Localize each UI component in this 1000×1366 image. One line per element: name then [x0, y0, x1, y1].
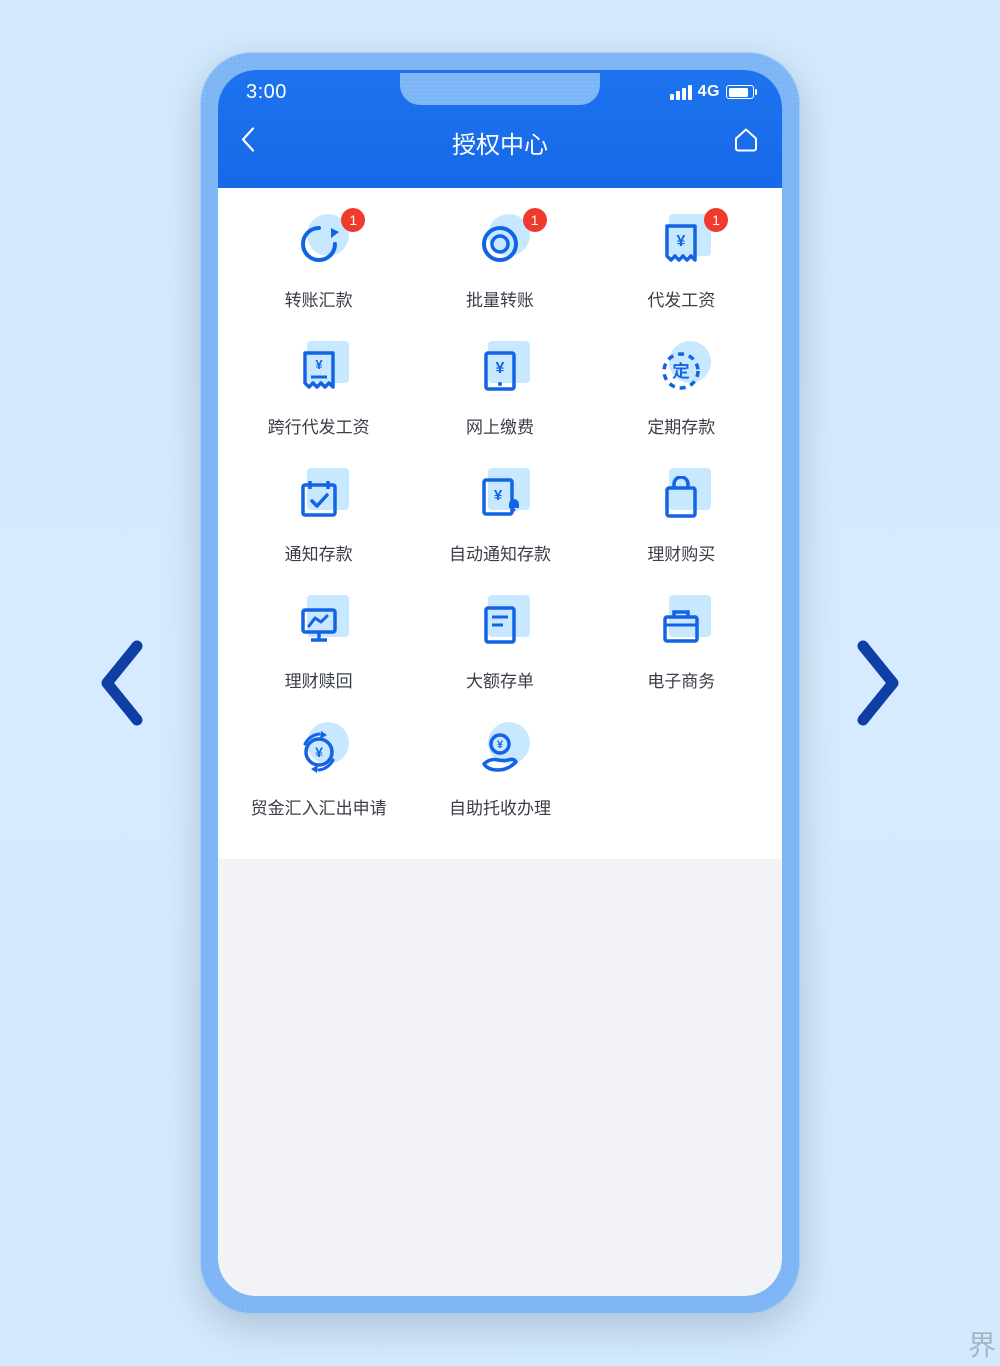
item-auto-notice-deposit[interactable]: ¥ 自动通知存款 [409, 470, 590, 565]
svg-text:¥: ¥ [315, 357, 323, 372]
document-icon [481, 603, 519, 647]
svg-text:¥: ¥ [677, 233, 686, 250]
phone-notch [400, 73, 600, 105]
item-label: 批量转账 [466, 286, 534, 311]
item-label: 自动通知存款 [449, 540, 551, 565]
status-time: 3:00 [246, 81, 400, 104]
app-header: 3:00 4G 授权中心 [218, 70, 782, 188]
badge: 1 [523, 208, 547, 232]
item-label: 跨行代发工资 [268, 413, 370, 438]
item-wealth-redeem[interactable]: 理财赎回 [228, 597, 409, 692]
receipt-line-icon: ¥ [299, 349, 339, 393]
item-label: 通知存款 [285, 540, 353, 565]
fixed-icon: 定 [659, 349, 703, 393]
hand-coin-icon: ¥ [478, 730, 522, 774]
monitor-chart-icon [297, 604, 341, 646]
item-batch-transfer[interactable]: 1 批量转账 [409, 216, 590, 311]
item-label: 转账汇款 [285, 286, 353, 311]
item-label: 网上缴费 [466, 413, 534, 438]
phone-frame: 3:00 4G 授权中心 1 [200, 52, 800, 1314]
item-label: 大额存单 [466, 667, 534, 692]
battery-icon [726, 85, 754, 99]
item-wealth-buy[interactable]: 理财购买 [591, 470, 772, 565]
item-label: 代发工资 [647, 286, 715, 311]
svg-text:¥: ¥ [315, 744, 323, 760]
svg-text:定: 定 [673, 361, 690, 381]
item-ecommerce[interactable]: 电子商务 [591, 597, 772, 692]
phone-screen: 3:00 4G 授权中心 1 [218, 70, 782, 1296]
tablet-pay-icon: ¥ [480, 349, 520, 393]
item-large-cd[interactable]: 大额存单 [409, 597, 590, 692]
svg-text:¥: ¥ [496, 360, 505, 377]
content-area: 1 转账汇款 1 批量转账 1 ¥ [218, 188, 782, 859]
badge: 1 [341, 208, 365, 232]
exchange-icon: ¥ [297, 730, 341, 774]
double-refresh-icon [478, 222, 522, 266]
home-button[interactable] [732, 126, 760, 159]
carousel-next-button[interactable] [851, 638, 905, 728]
item-online-payment[interactable]: ¥ 网上缴费 [409, 343, 590, 438]
watermark: 界 [968, 1324, 996, 1364]
nav-bar: 授权中心 [218, 114, 782, 170]
receipt-icon: ¥ [661, 222, 701, 266]
refresh-icon [297, 222, 341, 266]
badge: 1 [704, 208, 728, 232]
network-label: 4G [698, 83, 720, 101]
status-bar: 3:00 4G [218, 70, 782, 114]
item-label: 理财购买 [647, 540, 715, 565]
svg-text:¥: ¥ [494, 487, 503, 504]
item-interbank-payroll[interactable]: ¥ 跨行代发工资 [228, 343, 409, 438]
item-label: 自助托收办理 [449, 794, 551, 819]
item-trade-finance[interactable]: ¥ 贸金汇入汇出申请 [228, 724, 409, 819]
shopping-bag-icon [660, 476, 702, 520]
page-title: 授权中心 [452, 125, 548, 160]
item-notice-deposit[interactable]: 通知存款 [228, 470, 409, 565]
briefcase-icon [659, 605, 703, 645]
item-label: 定期存款 [647, 413, 715, 438]
calendar-check-icon [298, 477, 340, 519]
receipt-bell-icon: ¥ [479, 476, 521, 520]
item-label: 电子商务 [647, 667, 715, 692]
function-grid: 1 转账汇款 1 批量转账 1 ¥ [228, 216, 772, 819]
carousel-prev-button[interactable] [95, 638, 149, 728]
item-label: 贸金汇入汇出申请 [251, 794, 387, 819]
item-transfer[interactable]: 1 转账汇款 [228, 216, 409, 311]
svg-text:¥: ¥ [497, 739, 504, 751]
item-self-collection[interactable]: ¥ 自助托收办理 [409, 724, 590, 819]
back-button[interactable] [240, 126, 256, 159]
item-fixed-deposit[interactable]: 定 定期存款 [591, 343, 772, 438]
signal-icon [670, 85, 692, 100]
item-payroll[interactable]: 1 ¥ 代发工资 [591, 216, 772, 311]
item-label: 理财赎回 [285, 667, 353, 692]
